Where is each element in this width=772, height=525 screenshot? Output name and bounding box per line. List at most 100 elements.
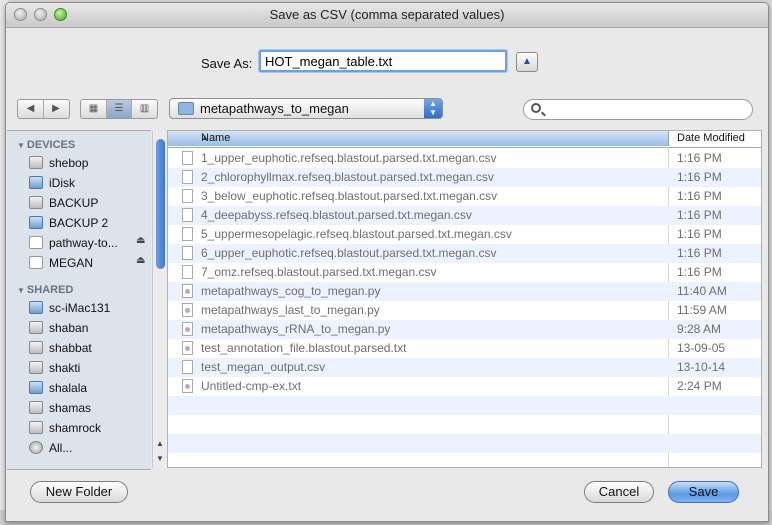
idisk-icon bbox=[29, 176, 43, 189]
file-row[interactable]: 3_below_euphotic.refseq.blastout.parsed.… bbox=[168, 187, 761, 206]
empty-row bbox=[168, 396, 761, 415]
file-name: metapathways_rRNA_to_megan.py bbox=[201, 322, 391, 336]
location-popup-label: metapathways_to_megan bbox=[200, 101, 349, 116]
file-date: 1:16 PM bbox=[677, 170, 722, 184]
file-name: metapathways_cog_to_megan.py bbox=[201, 284, 381, 298]
server-icon bbox=[29, 361, 43, 374]
script-file-icon bbox=[182, 379, 193, 393]
document-icon bbox=[182, 170, 193, 184]
empty-row bbox=[168, 453, 761, 467]
script-file-icon bbox=[182, 341, 193, 355]
eject-icon[interactable]: ⏏ bbox=[136, 255, 145, 266]
file-name: 7_omz.refseq.blastout.parsed.txt.megan.c… bbox=[201, 265, 437, 279]
server-icon bbox=[29, 401, 43, 414]
file-row[interactable]: 2_chlorophyllmax.refseq.blastout.parsed.… bbox=[168, 168, 761, 187]
list-view-icon[interactable]: ☰ bbox=[107, 100, 132, 118]
popup-arrows-icon: ▲ ▼ bbox=[424, 99, 442, 118]
file-row[interactable]: metapathways_last_to_megan.py 11:59 AM bbox=[168, 301, 761, 320]
file-date: 1:16 PM bbox=[677, 265, 722, 279]
file-date: 13-09-05 bbox=[677, 341, 726, 355]
file-date: 1:16 PM bbox=[677, 189, 722, 203]
file-name: 5_uppermesopelagic.refseq.blastout.parse… bbox=[201, 227, 512, 241]
location-popup[interactable]: metapathways_to_megan ▲ ▼ bbox=[169, 98, 443, 119]
document-icon bbox=[182, 227, 193, 241]
document-icon bbox=[182, 151, 193, 165]
file-name: 3_below_euphotic.refseq.blastout.parsed.… bbox=[201, 189, 498, 203]
forward-arrow-icon[interactable]: ▶ bbox=[44, 100, 69, 118]
icon-view-icon[interactable]: ▦ bbox=[81, 100, 107, 118]
server-icon bbox=[29, 341, 43, 354]
file-row[interactable]: 1_upper_euphotic.refseq.blastout.parsed.… bbox=[168, 149, 761, 168]
file-date: 1:16 PM bbox=[677, 227, 722, 241]
sidebar-scroll-thumb[interactable] bbox=[156, 139, 165, 269]
server-icon bbox=[29, 421, 43, 434]
view-mode-control[interactable]: ▦ ☰ ▥ bbox=[80, 99, 158, 119]
drive-icon bbox=[29, 196, 43, 209]
window-title: Save as CSV (comma separated values) bbox=[269, 7, 505, 22]
column-header: Name ▲ Date Modified bbox=[168, 131, 761, 148]
script-file-icon bbox=[182, 303, 193, 317]
eject-icon[interactable]: ⏏ bbox=[136, 235, 145, 246]
script-file-icon bbox=[182, 284, 193, 298]
imac-icon bbox=[29, 381, 43, 394]
disclosure-triangle-icon: ▼ bbox=[17, 286, 25, 295]
sidebar-scrollbar[interactable]: ▲ ▼ bbox=[152, 131, 168, 468]
file-row[interactable]: test_annotation_file.blastout.parsed.txt… bbox=[168, 339, 761, 358]
save-button[interactable]: Save bbox=[668, 481, 739, 503]
file-name: 6_upper_euphotic.refseq.blastout.parsed.… bbox=[201, 246, 497, 260]
scroll-up-icon[interactable]: ▲ bbox=[156, 439, 164, 448]
file-row[interactable]: test_megan_output.csv 13-10-14 bbox=[168, 358, 761, 377]
column-view-icon[interactable]: ▥ bbox=[132, 100, 157, 118]
save-as-label: Save As: bbox=[201, 56, 253, 71]
sidebar-devices-header[interactable]: ▼ DEVICES bbox=[17, 139, 75, 151]
file-date: 1:16 PM bbox=[677, 151, 722, 165]
column-header-date[interactable]: Date Modified bbox=[669, 132, 745, 144]
triangle-up-icon: ▲ bbox=[522, 56, 532, 67]
file-row[interactable]: metapathways_rRNA_to_megan.py 9:28 AM bbox=[168, 320, 761, 339]
search-field[interactable] bbox=[523, 99, 753, 120]
document-icon bbox=[182, 246, 193, 260]
search-icon bbox=[531, 103, 541, 113]
file-name: 4_deepabyss.refseq.blastout.parsed.txt.m… bbox=[201, 208, 472, 222]
cancel-button[interactable]: Cancel bbox=[584, 481, 654, 503]
title-bar: Save as CSV (comma separated values) bbox=[6, 3, 768, 28]
disk-image-icon bbox=[29, 256, 43, 269]
drive-icon bbox=[29, 156, 43, 169]
file-row[interactable]: 6_upper_euphotic.refseq.blastout.parsed.… bbox=[168, 244, 761, 263]
sidebar: ▼ DEVICES shebop iDisk BACKUP BACKUP 2 pa… bbox=[7, 130, 151, 470]
file-name: 2_chlorophyllmax.refseq.blastout.parsed.… bbox=[201, 170, 494, 184]
file-name: test_megan_output.csv bbox=[201, 360, 326, 374]
file-date: 1:16 PM bbox=[677, 246, 722, 260]
backup-drive-icon bbox=[29, 216, 43, 229]
disk-image-icon bbox=[29, 236, 43, 249]
file-date: 13-10-14 bbox=[677, 360, 726, 374]
new-folder-button[interactable]: New Folder bbox=[30, 481, 128, 503]
file-name: 1_upper_euphotic.refseq.blastout.parsed.… bbox=[201, 151, 497, 165]
back-forward-control[interactable]: ◀ ▶ bbox=[17, 99, 70, 119]
document-icon bbox=[182, 360, 193, 374]
scroll-down-icon[interactable]: ▼ bbox=[156, 454, 164, 463]
file-name: Untitled-cmp-ex.txt bbox=[201, 379, 302, 393]
save-as-input[interactable] bbox=[259, 50, 507, 72]
file-row[interactable]: 5_uppermesopelagic.refseq.blastout.parse… bbox=[168, 225, 761, 244]
back-arrow-icon[interactable]: ◀ bbox=[19, 100, 44, 118]
sidebar-shared-header[interactable]: ▼ SHARED bbox=[17, 284, 73, 296]
file-date: 1:16 PM bbox=[677, 208, 722, 222]
file-date: 9:28 AM bbox=[677, 322, 722, 336]
document-icon bbox=[182, 265, 193, 279]
empty-row bbox=[168, 434, 761, 453]
save-dialog: Save as CSV (comma separated values) Sav… bbox=[5, 2, 769, 522]
file-date: 11:40 AM bbox=[677, 284, 727, 298]
disclosure-triangle-icon: ▼ bbox=[17, 141, 25, 150]
file-name: test_annotation_file.blastout.parsed.txt bbox=[201, 341, 407, 355]
file-row[interactable]: Untitled-cmp-ex.txt 2:24 PM bbox=[168, 377, 761, 396]
empty-row bbox=[168, 415, 761, 434]
file-row[interactable]: 4_deepabyss.refseq.blastout.parsed.txt.m… bbox=[168, 206, 761, 225]
column-header-name[interactable]: Name ▲ bbox=[168, 131, 669, 146]
file-row[interactable]: metapathways_cog_to_megan.py 11:40 AM bbox=[168, 282, 761, 301]
sort-ascending-icon: ▲ bbox=[201, 133, 209, 142]
document-icon bbox=[182, 189, 193, 203]
file-date: 2:24 PM bbox=[677, 379, 722, 393]
file-row[interactable]: 7_omz.refseq.blastout.parsed.txt.megan.c… bbox=[168, 263, 761, 282]
expand-dialog-button[interactable]: ▲ bbox=[516, 52, 538, 72]
